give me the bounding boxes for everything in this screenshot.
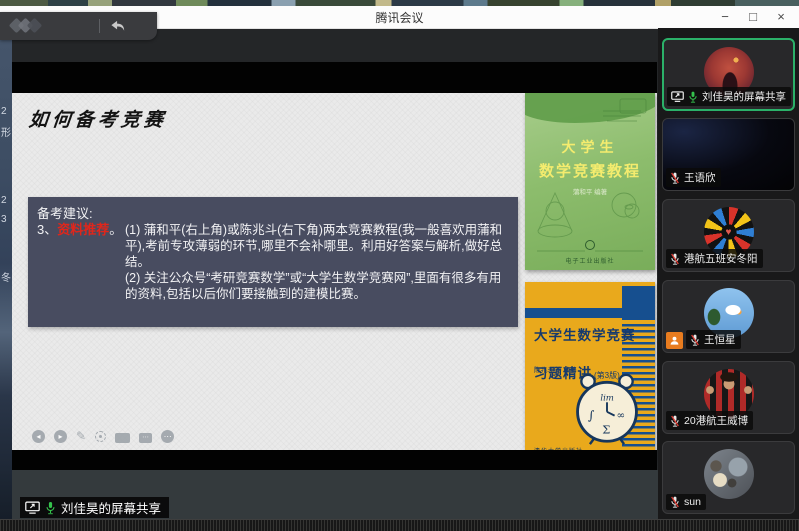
screen-share-banner: 刘佳昊的屏幕共享 bbox=[20, 497, 169, 518]
screen-share-icon bbox=[25, 501, 40, 514]
participant-name: 20港航王威博 bbox=[684, 413, 748, 428]
mic-muted-icon bbox=[670, 415, 680, 427]
advice-header: 备考建议: bbox=[37, 206, 506, 221]
letterbox-top bbox=[12, 62, 657, 93]
participant-tile[interactable]: 王恒星 bbox=[662, 280, 795, 353]
letterbox-bottom bbox=[12, 450, 657, 470]
slide-title: 如何备考竞赛 bbox=[28, 105, 169, 132]
video-icon[interactable] bbox=[115, 431, 130, 443]
book2-blue-bar bbox=[525, 308, 622, 318]
undo-arrow-icon[interactable] bbox=[110, 19, 127, 34]
pen-icon[interactable]: ✎ bbox=[76, 430, 86, 443]
maximize-button[interactable]: □ bbox=[741, 7, 765, 27]
laser-pointer-icon[interactable] bbox=[95, 431, 106, 442]
close-button[interactable]: × bbox=[769, 7, 793, 27]
mic-muted-icon bbox=[670, 496, 680, 508]
participant-name: 王语欣 bbox=[684, 170, 716, 185]
book2-clock-illustration: lim ∫ ∞ Σ bbox=[569, 370, 645, 446]
shared-desktop-edge: 2 形 2 3 冬 bbox=[0, 28, 12, 519]
highlighted-keyword: 资料推荐 bbox=[57, 222, 109, 237]
book1-publisher: 电子工业出版社 bbox=[525, 238, 655, 265]
participant-name: 刘佳昊的屏幕共享 bbox=[702, 89, 786, 104]
taskbar-strip bbox=[0, 519, 799, 531]
participant-label: 刘佳昊的屏幕共享 bbox=[667, 87, 791, 106]
participant-label: 港航五班安冬阳 bbox=[666, 249, 763, 268]
shared-slide: 如何备考竞赛 备考建议: 3、资料推荐。 (1) 蒲和平(右上角)或陈兆斗(右下… bbox=[12, 93, 657, 450]
mic-muted-icon bbox=[670, 172, 680, 184]
book-cover-competition-tutorial: 大学生 数学竞赛教程 蒲和平 编著 电子工业出版社 bbox=[525, 93, 655, 270]
book2-blue-square bbox=[622, 286, 655, 320]
participant-tile[interactable]: ♥ 港航五班安冬阳 bbox=[662, 199, 795, 272]
svg-text:∫: ∫ bbox=[588, 408, 595, 422]
next-slide-icon[interactable]: ▸ bbox=[54, 430, 67, 443]
advice-point-2: (2) 关注公众号“考研竞赛数学”或“大学生数学竞赛网”,里面有很多有用的资料,… bbox=[125, 270, 506, 302]
advice-points: (1) 蒲和平(右上角)或陈兆斗(右下角)两本竞赛教程(我一般喜欢用蒲和平),考… bbox=[125, 222, 506, 302]
svg-text:lim: lim bbox=[600, 393, 614, 403]
publisher-logo-icon bbox=[585, 240, 595, 250]
annotation-toolbar bbox=[0, 12, 157, 40]
desktop-icon-label: 冬 bbox=[1, 269, 12, 284]
svg-text:∞: ∞ bbox=[617, 409, 626, 421]
minimize-button[interactable]: − bbox=[713, 7, 737, 27]
advice-point-1: (1) 蒲和平(右上角)或陈兆斗(右下角)两本竞赛教程(我一般喜欢用蒲和平),考… bbox=[125, 222, 506, 270]
participant-tile[interactable]: 王语欣 bbox=[662, 118, 795, 191]
presenter-toolbar: ◂ ▸ ✎ ⋯ ⋯ bbox=[32, 430, 174, 443]
more-icon[interactable]: ⋯ bbox=[161, 430, 174, 443]
participant-name: 港航五班安冬阳 bbox=[684, 251, 758, 266]
book1-authors: 蒲和平 编著 bbox=[525, 186, 655, 196]
mic-muted-icon bbox=[670, 253, 680, 265]
tencent-meeting-window: 腾讯会议 − □ × 2 形 2 3 冬 如何备考竞赛 备考建议: 3、资料推荐… bbox=[0, 0, 799, 531]
desktop-icon-label: 2 bbox=[1, 106, 12, 117]
mic-muted-icon bbox=[690, 334, 700, 346]
participant-label: 20港航王威博 bbox=[666, 411, 753, 430]
screen-share-icon bbox=[671, 91, 684, 102]
book-cover-exercise-book: 大学生数学竞赛 习题精讲(第3版) 陈兆斗 等 编著 lim ∫ ∞ Σ 清华大… bbox=[525, 282, 655, 460]
participant-name: sun bbox=[684, 496, 701, 508]
participant-label: sun bbox=[666, 494, 706, 510]
desktop-icon-label: 形 bbox=[1, 124, 12, 139]
mic-on-icon bbox=[688, 91, 698, 103]
participant-tile-sharer[interactable]: 刘佳昊的屏幕共享 bbox=[662, 38, 795, 111]
share-banner-label: 刘佳昊的屏幕共享 bbox=[61, 498, 161, 517]
participant-tile[interactable]: 20港航王威博 bbox=[662, 361, 795, 434]
participant-label: 王恒星 bbox=[686, 330, 741, 349]
svg-text:Σ: Σ bbox=[602, 423, 610, 437]
toolbar-divider bbox=[99, 19, 100, 33]
window-controls: − □ × bbox=[713, 6, 793, 28]
meeting-logo-icon bbox=[9, 18, 43, 34]
prev-slide-icon[interactable]: ◂ bbox=[32, 430, 45, 443]
advice-item-label: 3、资料推荐。 bbox=[37, 222, 125, 302]
avatar bbox=[704, 449, 754, 499]
participant-name: 王恒星 bbox=[704, 332, 736, 347]
desktop-icon-label: 2 bbox=[1, 195, 12, 206]
desktop-icon-label: 3 bbox=[1, 214, 12, 225]
participants-sidebar: 刘佳昊的屏幕共享 王语欣 ♥ 港航五班安冬阳 bbox=[658, 28, 799, 531]
mic-on-icon bbox=[45, 501, 56, 515]
comment-icon[interactable]: ⋯ bbox=[139, 431, 152, 443]
advice-box: 备考建议: 3、资料推荐。 (1) 蒲和平(右上角)或陈兆斗(右下角)两本竞赛教… bbox=[28, 197, 518, 327]
book1-title: 大学生 数学竞赛教程 bbox=[525, 137, 655, 181]
member-badge-icon bbox=[666, 332, 683, 349]
participant-label: 王语欣 bbox=[666, 168, 721, 187]
participant-tile[interactable]: sun bbox=[662, 441, 795, 514]
